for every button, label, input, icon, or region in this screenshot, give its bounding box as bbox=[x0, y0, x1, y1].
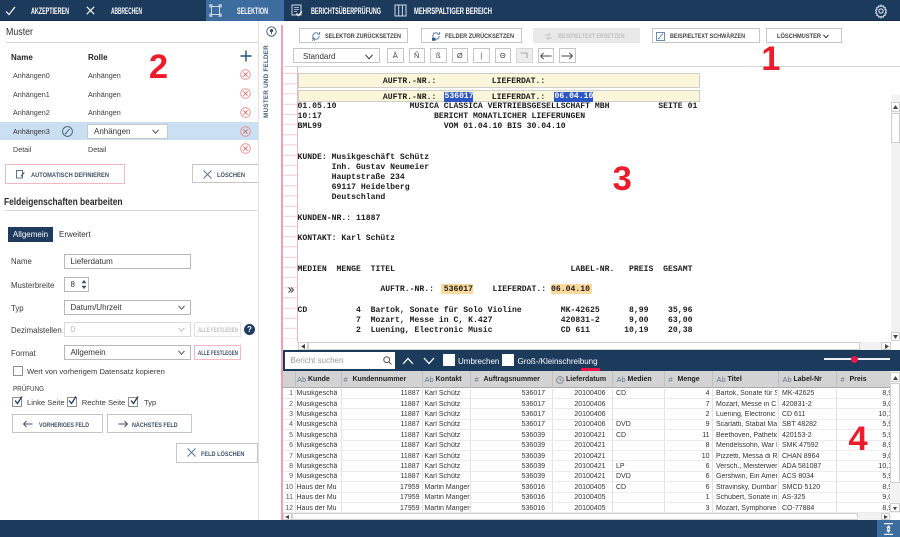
svg-text:Muster: Muster bbox=[6, 27, 34, 38]
svg-text:VORHERIGES FELD: VORHERIGES FELD bbox=[39, 422, 89, 429]
svg-text:FELD LÖSCHEN: FELD LÖSCHEN bbox=[201, 449, 244, 458]
svg-text:AKZEPTIEREN: AKZEPTIEREN bbox=[31, 6, 69, 16]
svg-text:NÄCHSTES FELD: NÄCHSTES FELD bbox=[132, 421, 178, 429]
svg-text:BEISPIELTEXT SCHWÄRZEN: BEISPIELTEXT SCHWÄRZEN bbox=[670, 32, 745, 40]
svg-text:AUTOMATISCH DEFINIEREN: AUTOMATISCH DEFINIEREN bbox=[31, 172, 109, 179]
svg-text:SELEKTION: SELEKTION bbox=[237, 6, 268, 16]
svg-text:BERICHTSÜBERPRÜFUNG: BERICHTSÜBERPRÜFUNG bbox=[311, 6, 381, 16]
svg-text:MEHRSPALTIGER BEREICH: MEHRSPALTIGER BEREICH bbox=[414, 6, 492, 16]
svg-text:BEISPIELTEXT ERSETZEN: BEISPIELTEXT ERSETZEN bbox=[558, 33, 625, 40]
svg-text:ALLE FESTLEGEN: ALLE FESTLEGEN bbox=[198, 327, 238, 334]
svg-text:ABBRECHEN: ABBRECHEN bbox=[111, 6, 142, 16]
svg-text:LÖSCHEN: LÖSCHEN bbox=[217, 170, 245, 179]
svg-text:SELEKTOR ZURÜCKSETZEN: SELEKTOR ZURÜCKSETZEN bbox=[325, 31, 401, 40]
svg-text:LÖSCHMUSTER: LÖSCHMUSTER bbox=[777, 31, 821, 40]
svg-text:Feldeigenschaften bearbeiten: Feldeigenschaften bearbeiten bbox=[4, 197, 123, 208]
svg-text:ALLE FESTLEGEN: ALLE FESTLEGEN bbox=[198, 350, 238, 357]
svg-text:PRÜFUNG: PRÜFUNG bbox=[13, 385, 44, 393]
svg-text:FELDER ZURÜCKSETZEN: FELDER ZURÜCKSETZEN bbox=[445, 31, 514, 40]
